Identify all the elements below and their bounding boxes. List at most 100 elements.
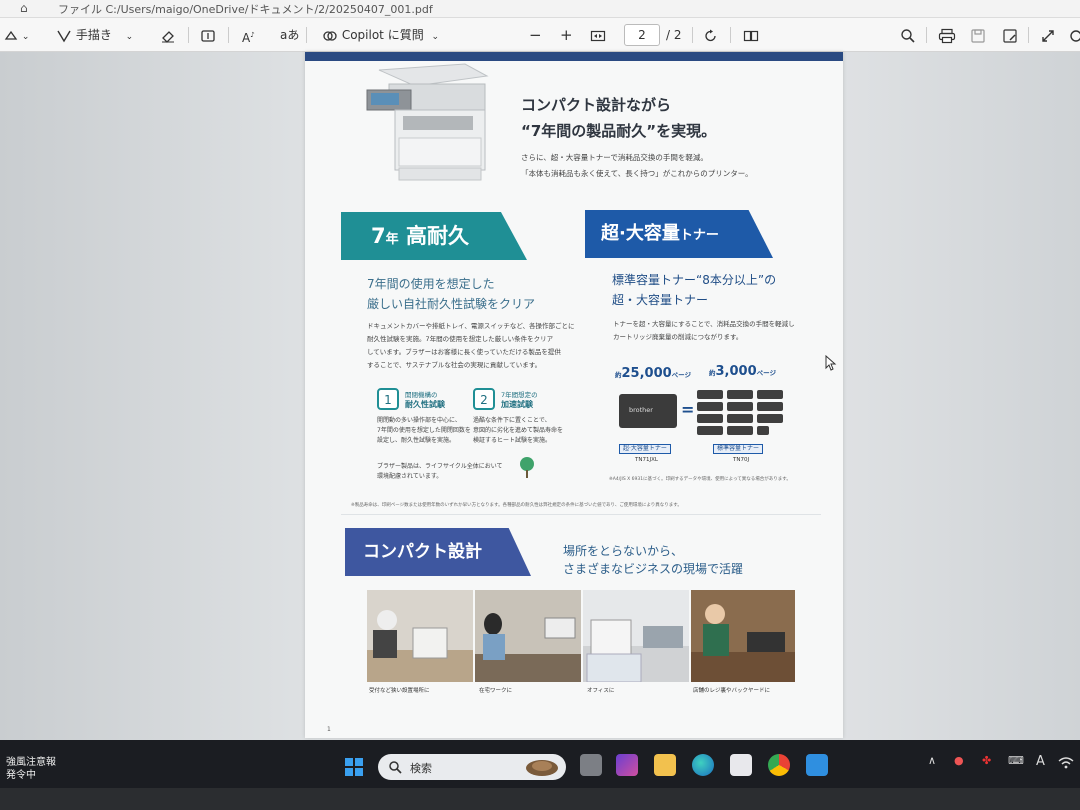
- durability-body-line: ドキュメントカバーや排紙トレイ、電源スイッチなど、各操作部ごとに: [367, 322, 575, 330]
- draw-label: 手描き: [75, 28, 112, 42]
- toner-std-model: TN70J: [733, 457, 750, 463]
- feature-open-close-name: 耐久性試験: [405, 400, 445, 409]
- toner-std-pages: 約3,000ページ: [709, 364, 776, 379]
- taskbar-search[interactable]: 検索: [378, 754, 566, 780]
- app-s-icon[interactable]: [806, 754, 828, 776]
- toner-big-unit: ページ: [671, 371, 692, 379]
- feature-accelerated-title: 7年間想定の 加速試験: [501, 390, 538, 410]
- compact-copy: 場所をとらないから、 さまざまなビジネスの現場で活躍: [563, 542, 743, 578]
- eco-tree-icon: [520, 457, 534, 478]
- settings-gear-icon[interactable]: [1068, 24, 1080, 46]
- copilot-label: Copilot に質問: [341, 28, 424, 42]
- durability-banner: 7年 高耐久: [341, 212, 527, 260]
- draw-button[interactable]: 手描き ⌄: [56, 24, 133, 46]
- print-icon[interactable]: [938, 24, 956, 46]
- keyboard-icon[interactable]: ⌨: [1008, 754, 1024, 767]
- home-icon[interactable]: ⌂: [20, 1, 28, 15]
- toner-heading-line-1: 標準容量トナー“8本分以上”の: [612, 273, 777, 287]
- edge-browser-icon[interactable]: [692, 754, 714, 776]
- toner-std-label: 標準容量トナー: [713, 444, 764, 454]
- weather-widget[interactable]: 強風注意報 発令中: [6, 756, 56, 782]
- store-icon[interactable]: [730, 754, 752, 776]
- photo-office: [583, 590, 689, 682]
- windows-start-icon[interactable]: [344, 757, 364, 777]
- expand-icon[interactable]: [1040, 24, 1056, 46]
- file-explorer-icon[interactable]: [654, 754, 676, 776]
- taskbar: 強風注意報 発令中 検索 ∧ ● ✤ ⌨ A: [0, 740, 1080, 788]
- zoom-in-button[interactable]: +: [560, 24, 573, 46]
- calendar-2-icon: 2: [473, 388, 495, 410]
- fit-width-icon[interactable]: [590, 24, 606, 46]
- tray-security-icon[interactable]: ✤: [982, 754, 991, 767]
- read-aloud-label: A: [242, 31, 251, 45]
- eco-note-line: 環境配慮されています。: [377, 473, 443, 480]
- compact-copy-line-1: 場所をとらないから、: [563, 544, 684, 558]
- feature-accelerated-label: 7年間想定の: [501, 391, 538, 399]
- page-number-input[interactable]: 2: [624, 24, 660, 46]
- pen-icon: [57, 30, 71, 42]
- toner-std-count: 3,000: [715, 364, 757, 379]
- ime-language-indicator[interactable]: A: [1036, 754, 1045, 769]
- durability-body: ドキュメントカバーや排紙トレイ、電源スイッチなど、各操作部ごとに 耐久性試験を実…: [367, 320, 575, 372]
- two-page-view-icon[interactable]: [743, 24, 759, 46]
- pdf-page[interactable]: コンパクト設計ながら “7年間の製品耐久”を実現。 さらに、超・大容量トナーで消…: [305, 52, 843, 738]
- durability-heading: 7年間の使用を想定した 厳しい自社耐久性試験をクリア: [367, 274, 535, 314]
- feature-accelerated-line: 過酷な条件下に置くことで、: [473, 417, 551, 424]
- translate-label: aあ: [280, 28, 300, 42]
- toner-heading-line-2: 超・大容量トナー: [612, 293, 709, 307]
- mouse-cursor-icon: [825, 355, 837, 371]
- wifi-icon[interactable]: [1058, 756, 1074, 770]
- read-aloud-button[interactable]: A♪: [242, 24, 255, 46]
- svg-text:1: 1: [384, 393, 392, 407]
- text-box-icon[interactable]: [200, 24, 216, 46]
- hero-sub-line-2: 「本体も消耗品も永く使えて、長く持つ」がこれからのプリンター。: [521, 169, 753, 178]
- tray-chevron-up-icon[interactable]: ∧: [928, 754, 936, 767]
- toner-cartridge-large: brother: [619, 394, 677, 428]
- calendar-1-icon: 1: [377, 388, 399, 410]
- address-bar: ⌂ ファイル C:/Users/maigo/OneDrive/ドキュメント/2/…: [0, 0, 1080, 18]
- durability-heading-line-2: 厳しい自社耐久性試験をクリア: [367, 297, 536, 311]
- save-icon[interactable]: [970, 24, 986, 46]
- caption-store: 店舗のレジ裏やバックヤードに: [693, 688, 771, 694]
- weather-alert-line-1: 強風注意報: [6, 757, 56, 768]
- durability-banner-number: 7: [371, 224, 386, 248]
- toner-cartridge-grid: [697, 390, 787, 436]
- feature-accelerated-body: 過酷な条件下に置くことで、 意図的に劣化を進めて製品寿命を 検証するヒート試験を…: [473, 416, 563, 446]
- eraser-icon[interactable]: [160, 24, 176, 46]
- monitor-bezel: [0, 788, 1080, 810]
- chevron-down-icon[interactable]: ⌄: [126, 32, 134, 42]
- highlight-icon[interactable]: ⌄: [4, 24, 29, 46]
- translate-button[interactable]: aあ: [280, 24, 299, 46]
- chrome-browser-icon[interactable]: [768, 754, 790, 776]
- pdf-toolbar: ⌄ 手描き ⌄ A♪ aあ Copilot に質問 ⌄ − + 2 / 2: [0, 18, 1080, 52]
- save-as-icon[interactable]: [1002, 24, 1018, 46]
- eco-note-line: ブラザー製品は、ライフサイクル全体において: [377, 463, 503, 470]
- caption-office: オフィスに: [587, 688, 615, 694]
- caption-home-work: 在宅ワークに: [479, 688, 513, 694]
- durability-body-line: 耐久性試験を実施。7年間の使用を想定した厳しい条件をクリア: [367, 335, 554, 343]
- task-view-icon[interactable]: [580, 754, 602, 776]
- zoom-out-button[interactable]: −: [529, 24, 542, 46]
- feature-accelerated-line: 意図的に劣化を進めて製品寿命を: [473, 427, 564, 434]
- caption-reception: 受付など狭い設置場所に: [369, 688, 430, 694]
- photo-reception: [367, 590, 473, 682]
- toner-body-line: トナーを超・大容量にすることで、消耗品交換の手間を軽減し: [613, 320, 795, 328]
- feature-open-close-line: 設定し、耐久性試験を実施。: [377, 437, 456, 444]
- rotate-icon[interactable]: [703, 24, 719, 46]
- toner-heading: 標準容量トナー“8本分以上”の 超・大容量トナー: [612, 270, 776, 310]
- printer-image: [366, 63, 489, 181]
- tray-app-icon[interactable]: ●: [954, 754, 964, 767]
- search-icon[interactable]: [900, 24, 916, 46]
- feature-open-close-label: 開閉機構の: [405, 391, 438, 399]
- file-path: ファイル C:/Users/maigo/OneDrive/ドキュメント/2/20…: [58, 3, 433, 16]
- hero-sub-line-1: さらに、超・大容量トナーで消耗品交換の手間を軽減。: [521, 153, 708, 162]
- feature-accelerated-line: 検証するヒート試験を実施。: [473, 437, 552, 444]
- toner-large-model: TN71JXL: [635, 457, 658, 463]
- copilot-button[interactable]: Copilot に質問 ⌄: [322, 24, 439, 46]
- eco-note: ブラザー製品は、ライフサイクル全体において 環境配慮されています。: [377, 462, 503, 482]
- taskbar-search-label: 検索: [410, 762, 432, 775]
- durability-banner-text: 高耐久: [398, 224, 469, 248]
- compact-copy-line-2: さまざまなビジネスの現場で活躍: [563, 562, 744, 576]
- toner-large-label: 超·大容量トナー: [619, 444, 671, 454]
- app-icon[interactable]: [616, 754, 638, 776]
